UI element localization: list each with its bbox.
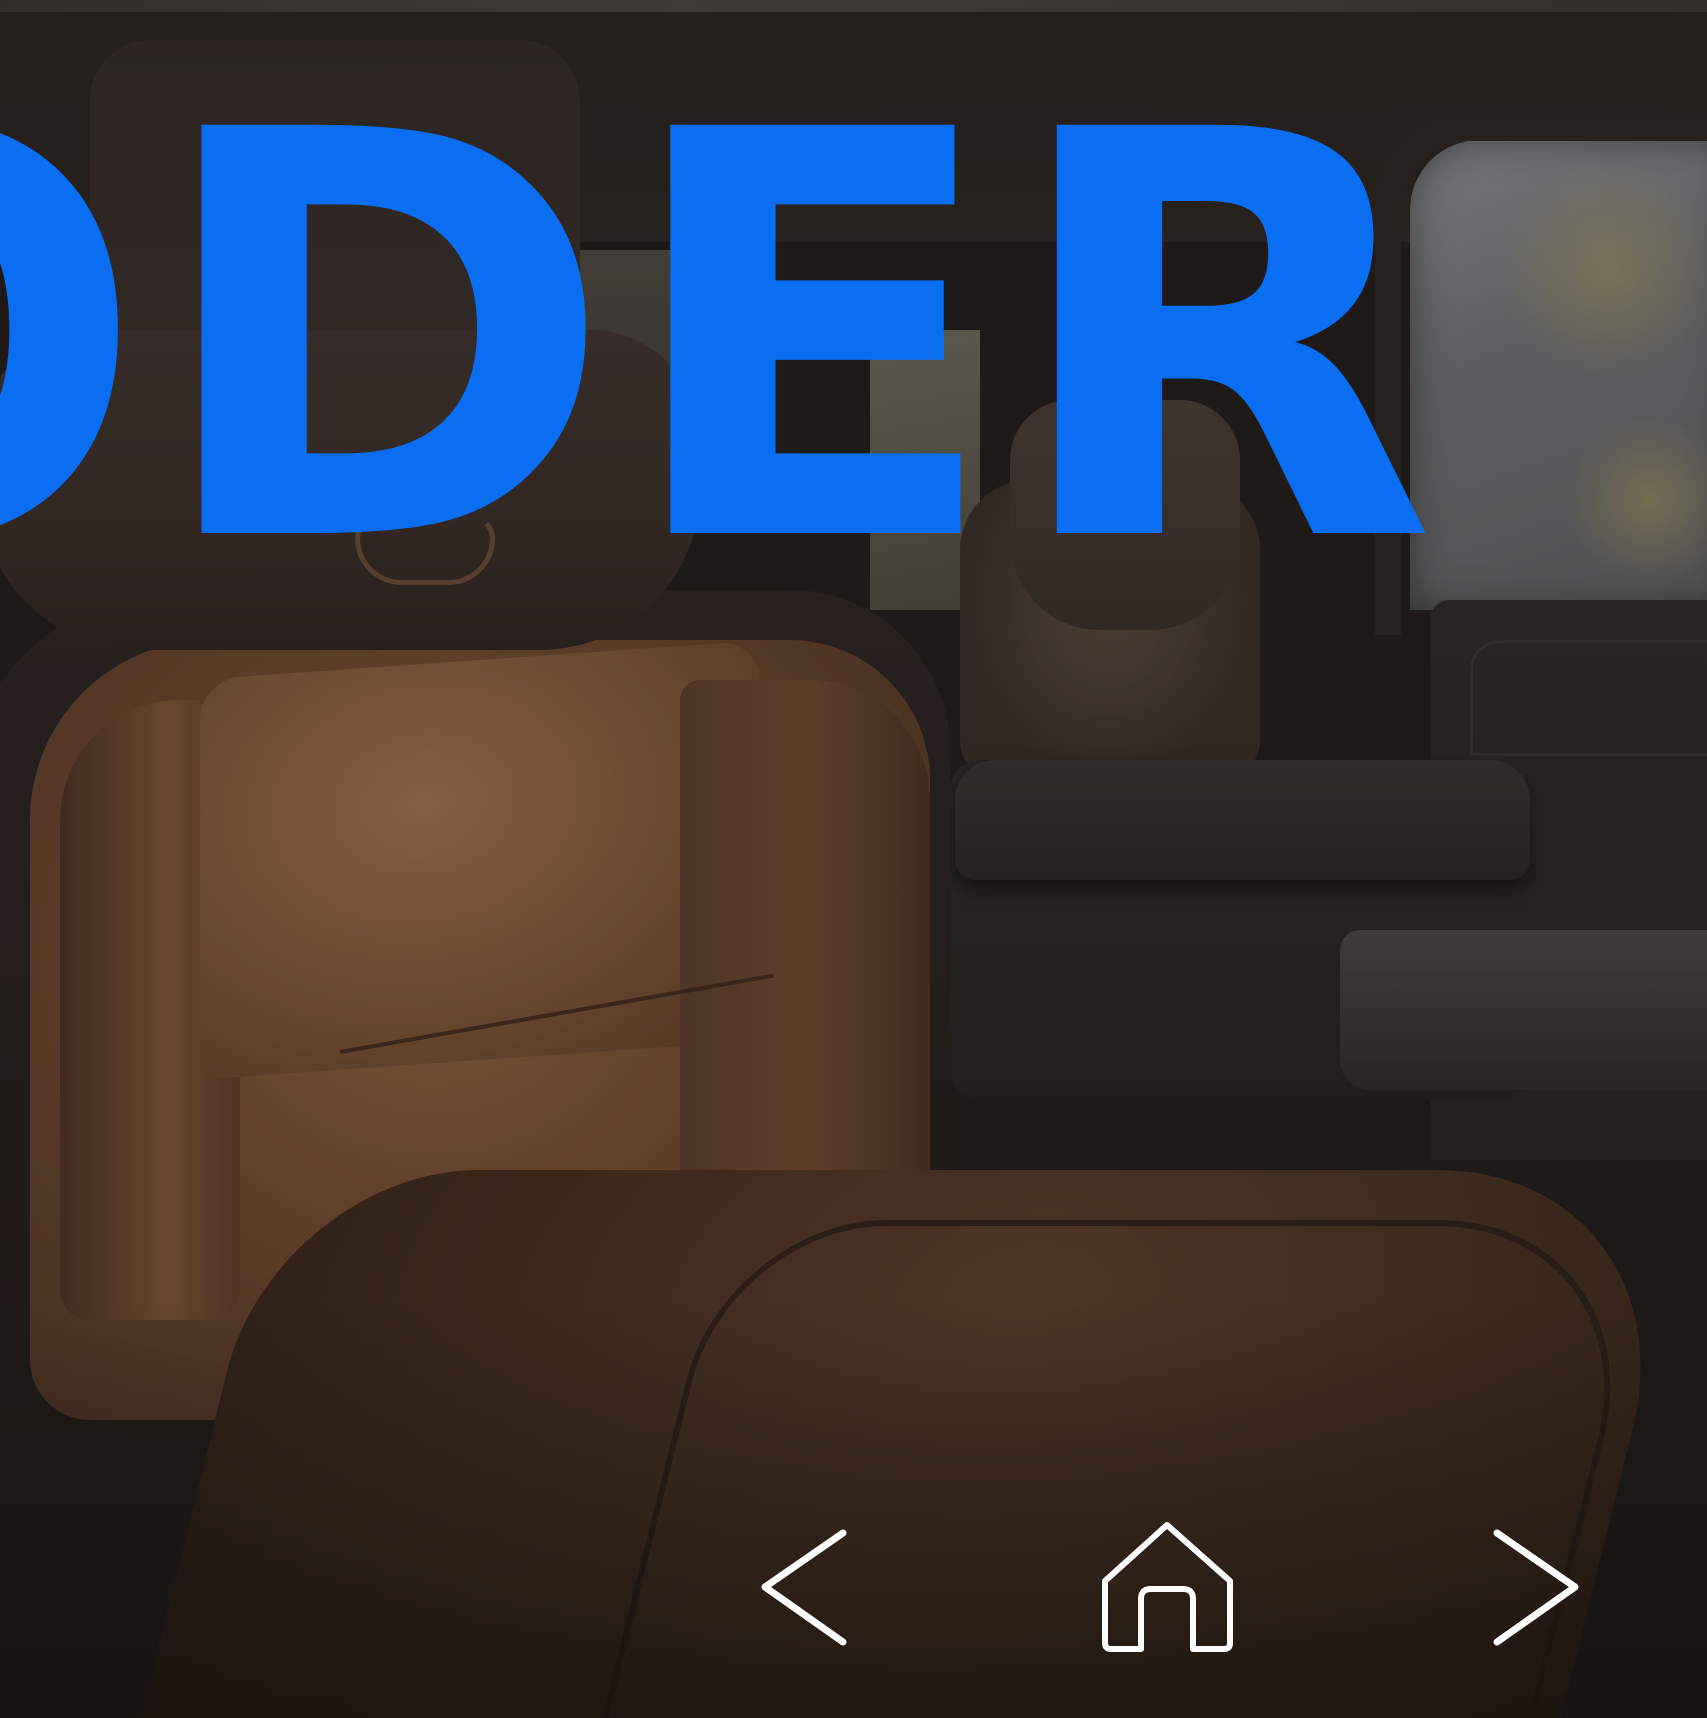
- previous-button[interactable]: [755, 1525, 855, 1650]
- chevron-left-icon: [761, 1529, 847, 1646]
- hero-headline: ODER: [0, 14, 1441, 666]
- next-button[interactable]: [1485, 1525, 1585, 1650]
- chevron-right-icon: [1493, 1529, 1579, 1646]
- home-icon: [1102, 1522, 1233, 1652]
- slide-stage: ODER: [0, 0, 1707, 1718]
- home-button[interactable]: [1095, 1515, 1240, 1660]
